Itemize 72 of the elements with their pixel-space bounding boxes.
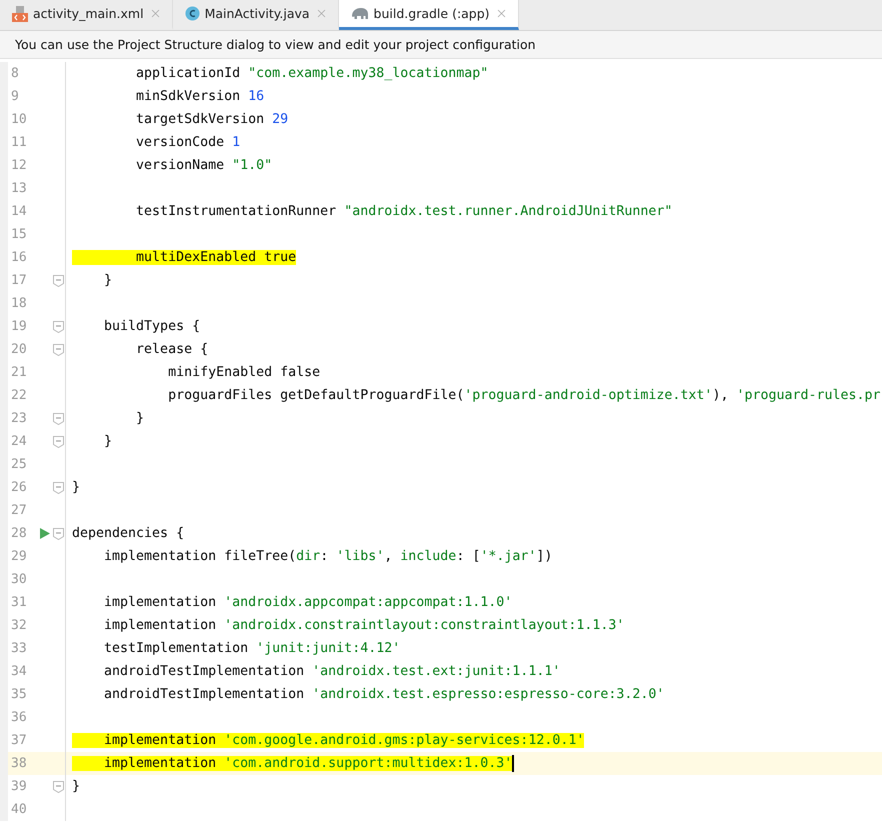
line-number: 8 (10, 66, 20, 81)
elephant-icon (350, 7, 369, 20)
line-number: 22 (10, 388, 28, 403)
code-line: implementation fileTree(dir: 'libs', include: ['*.jar']) (103, 549, 552, 564)
fold-icon[interactable] (52, 320, 64, 332)
line-number: 20 (10, 342, 28, 357)
fold-icon[interactable] (52, 482, 64, 494)
line-number: 15 (10, 227, 28, 242)
code-line: androidTestImplementation 'androidx.test.ext:junit:1.1.1' (103, 664, 560, 679)
code-line: testInstrumentationRunner "androidx.test.runner.AndroidJUnitRunner" (135, 204, 672, 219)
line-number: 9 (10, 89, 20, 104)
line-number: 18 (10, 296, 28, 311)
editor-tab[interactable]: build.gradle (:app) (338, 0, 519, 30)
line-number: 36 (10, 710, 28, 725)
code-line: versionName "1.0" (135, 158, 272, 173)
xml-file-icon (12, 6, 28, 22)
fold-icon[interactable] (52, 412, 64, 424)
code-line: } (71, 779, 80, 794)
line-number: 16 (10, 250, 28, 265)
line-number: 33 (10, 641, 28, 656)
code-line: implementation 'androidx.constraintlayout:constraintlayout:1.1.3' (103, 618, 624, 633)
line-number: 27 (10, 503, 28, 518)
line-number: 17 (10, 273, 28, 288)
line-number: 30 (10, 572, 28, 587)
code-line: minifyEnabled false (167, 365, 320, 380)
line-number: 13 (10, 181, 28, 196)
code-line: targetSdkVersion 29 (135, 112, 288, 127)
line-number: 40 (10, 802, 28, 817)
line-number: 29 (10, 549, 28, 564)
code-line: versionCode 1 (135, 135, 240, 150)
line-number: 38 (10, 756, 28, 771)
fold-icon[interactable] (52, 528, 64, 540)
run-icon[interactable] (40, 528, 50, 539)
line-number: 12 (10, 158, 28, 173)
fold-icon[interactable] (52, 780, 64, 792)
code-line: } (135, 411, 144, 426)
fold-icon[interactable] (52, 344, 64, 356)
line-number: 25 (10, 457, 28, 472)
code-line: buildTypes { (103, 319, 200, 334)
line-number: 10 (10, 112, 28, 127)
line-number: 32 (10, 618, 28, 633)
code-line: applicationId "com.example.my38_locationmap" (135, 66, 488, 81)
code-line: implementation 'androidx.appcompat:appcompat:1.1.0' (103, 595, 512, 610)
line-number: 31 (10, 595, 28, 610)
line-number: 21 (10, 365, 28, 380)
fold-icon[interactable] (52, 436, 64, 448)
code-line: } (103, 273, 112, 288)
line-number: 28 (10, 526, 28, 541)
code-line: androidTestImplementation 'androidx.test.espresso:espresso-core:3.2.0' (103, 687, 664, 702)
line-number: 39 (10, 779, 28, 794)
line-number: 34 (10, 664, 28, 679)
line-number: 24 (10, 434, 28, 449)
code-line: testImplementation 'junit:junit:4.12' (103, 641, 400, 656)
code-line: proguardFiles getDefaultProguardFile('proguard-android-optimize.txt'), 'proguard-rules.pr (167, 388, 881, 403)
code-line: } (103, 434, 112, 449)
line-number: 26 (10, 480, 28, 495)
line-number: 14 (10, 204, 28, 219)
editor-tab[interactable]: MainActivity.java (172, 0, 339, 30)
line-number: 37 (10, 733, 28, 748)
line-number: 11 (10, 135, 28, 150)
code-line: release { (135, 342, 208, 357)
fold-icon[interactable] (52, 274, 64, 286)
line-number: 19 (10, 319, 28, 334)
info-banner: You can use the Project Structure dialog to view and edit your project configuration (0, 31, 882, 59)
editor-tab[interactable]: activity_main.xml (0, 0, 173, 30)
line-number: 23 (10, 411, 28, 426)
code-line: } (71, 480, 80, 495)
class-icon (184, 6, 200, 21)
code-line: dependencies { (71, 526, 184, 541)
code-line: minSdkVersion 16 (135, 89, 264, 104)
text-cursor (512, 755, 514, 772)
line-number: 35 (10, 687, 28, 702)
